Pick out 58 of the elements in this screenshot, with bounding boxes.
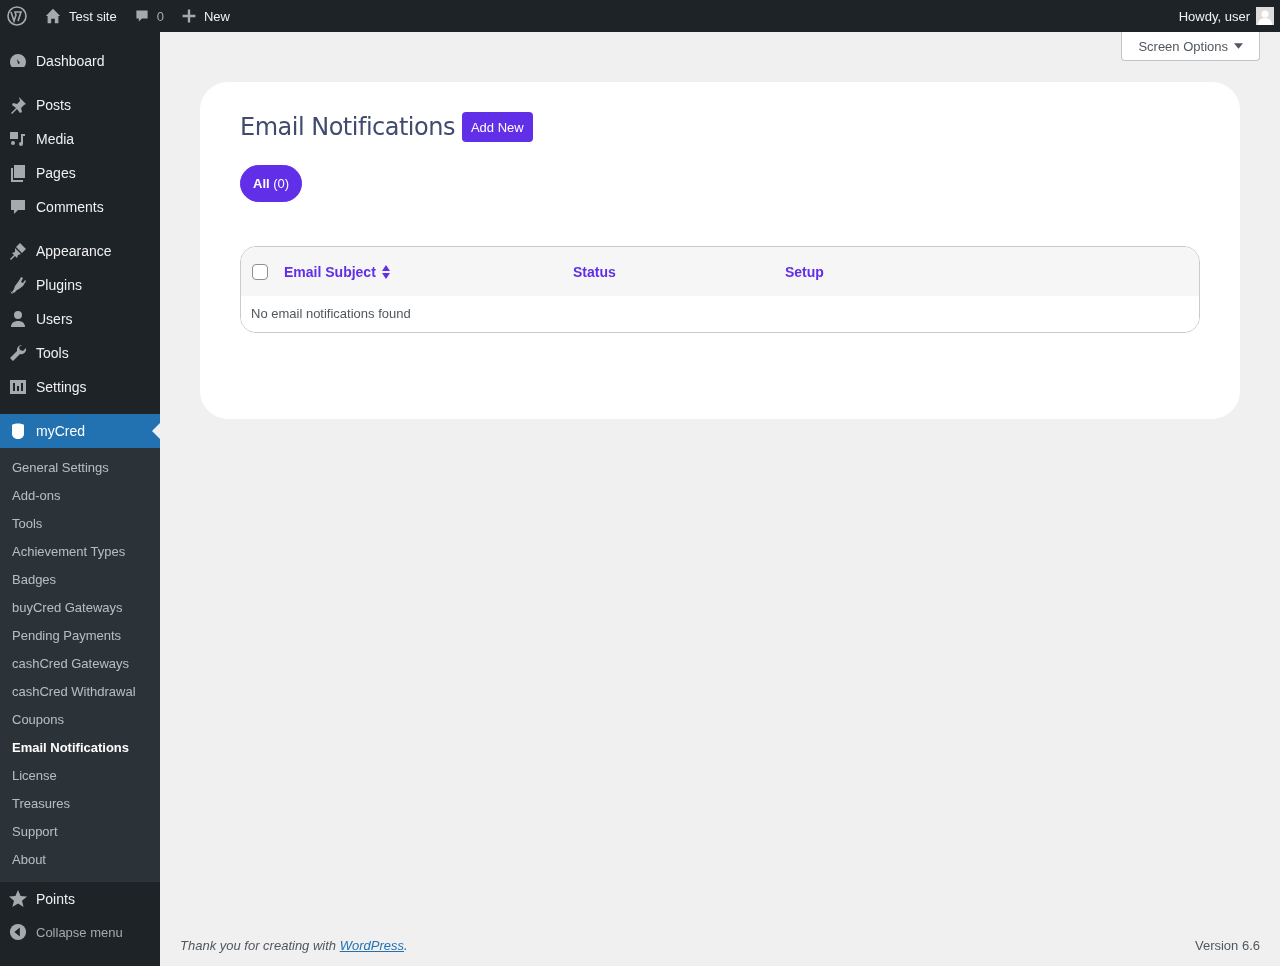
comment-count[interactable]: 0	[156, 8, 164, 24]
submenu-item[interactable]: cashCred Withdrawal	[0, 678, 160, 706]
paintbrush-icon	[8, 241, 28, 261]
new-link[interactable]: New	[203, 8, 230, 24]
menu-item[interactable]: Media	[0, 122, 160, 156]
submenu-item[interactable]: License	[0, 762, 160, 790]
sliders-icon	[8, 377, 28, 397]
page-title: Email Notifications	[240, 113, 455, 141]
menu-item[interactable]: Dashboard	[0, 44, 160, 78]
plus-icon[interactable]	[180, 8, 197, 24]
submenu-item[interactable]: About	[0, 846, 160, 874]
submenu-item[interactable]: Coupons	[0, 706, 160, 734]
submenu-item[interactable]: buyCred Gateways	[0, 594, 160, 622]
home-icon[interactable]	[44, 7, 62, 25]
menu-item[interactable]: Pages	[0, 156, 160, 190]
submenu-item[interactable]: Email Notifications	[0, 734, 160, 762]
person-icon	[8, 309, 28, 329]
speech-bubble-icon[interactable]	[133, 8, 150, 24]
submenu-item[interactable]: Support	[0, 818, 160, 846]
submenu-item[interactable]: Add-ons	[0, 482, 160, 510]
column-header[interactable]: Email Subject	[284, 263, 376, 280]
submenu-item[interactable]: Tools	[0, 510, 160, 538]
footer-text: Thank you for creating with WordPress.	[180, 938, 408, 953]
screen-options-button[interactable]: Screen Options	[1121, 32, 1260, 61]
select-all-checkbox[interactable]	[252, 263, 268, 280]
sort-icon[interactable]	[381, 264, 390, 279]
wordpress-link[interactable]: WordPress	[339, 938, 404, 953]
plug-icon	[8, 275, 28, 295]
add-new-button[interactable]: Add New	[461, 112, 533, 142]
menu-item[interactable]: Posts	[0, 88, 160, 122]
submenu-item[interactable]: Treasures	[0, 790, 160, 818]
filter-tab[interactable]: All (0)	[240, 165, 303, 202]
site-name-link[interactable]: Test site	[69, 8, 117, 24]
submenu-item[interactable]: General Settings	[0, 454, 160, 482]
menu-item[interactable]: Tools	[0, 336, 160, 370]
version-text: Version 6.6	[1194, 938, 1260, 953]
menu-item[interactable]: Plugins	[0, 268, 160, 302]
caret-icon	[1234, 43, 1243, 49]
menu-item[interactable]: Settings	[0, 370, 160, 404]
wordpress-logo-icon[interactable]	[7, 6, 27, 26]
speech-bubble-icon	[8, 197, 28, 217]
wrench-icon	[8, 343, 28, 363]
menu-item[interactable]: Points	[0, 882, 160, 916]
greeting-link[interactable]: Howdy, user	[1178, 8, 1250, 24]
menu-item[interactable]: Comments	[0, 190, 160, 224]
star-icon	[8, 889, 28, 909]
submenu-item[interactable]: Pending Payments	[0, 622, 160, 650]
submenu-item[interactable]: Badges	[0, 566, 160, 594]
menu-item[interactable]: myCred	[0, 414, 160, 448]
collapse-menu-button[interactable]: Collapse menu	[0, 916, 160, 948]
column-header[interactable]: Setup	[785, 263, 824, 280]
submenu-item[interactable]: Achievement Types	[0, 538, 160, 566]
submenu-item[interactable]: cashCred Gateways	[0, 650, 160, 678]
media-icon	[8, 129, 28, 149]
menu-item[interactable]: Appearance	[0, 234, 160, 268]
menu-item[interactable]: Users	[0, 302, 160, 336]
column-header[interactable]: Status	[573, 263, 616, 280]
pages-icon	[8, 163, 28, 183]
